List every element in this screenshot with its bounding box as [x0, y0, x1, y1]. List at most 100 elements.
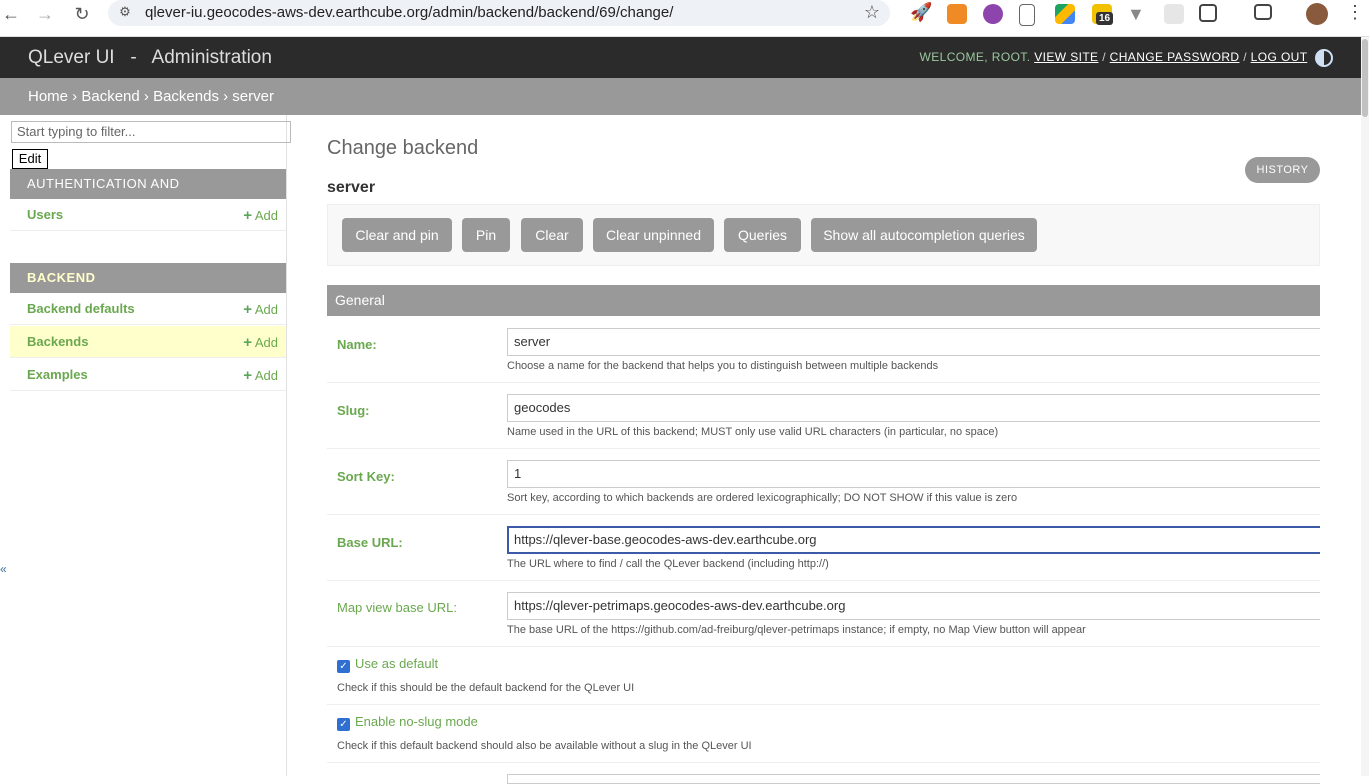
back-arrow-icon[interactable]: ←	[0, 3, 22, 25]
add-label: Add	[254, 335, 278, 350]
use-as-default-help: Check if this should be the default back…	[337, 682, 635, 694]
use-as-default-label[interactable]: Use as default	[355, 656, 438, 671]
welcome-text: WELCOME, ROOT.	[919, 50, 1031, 65]
clear-unpinned-button[interactable]: Clear unpinned	[593, 218, 714, 252]
map-view-url-label: Map view base URL:	[337, 600, 457, 615]
breadcrumb-home[interactable]: Home	[28, 88, 68, 105]
admin-header: QLever UI - Administration WELCOME, ROOT…	[0, 37, 1361, 78]
separator: /	[1098, 50, 1110, 65]
log-out-link[interactable]: LOG OUT	[1251, 50, 1308, 64]
no-slug-mode-help: Check if this default backend should als…	[337, 740, 752, 752]
sidebar-item-label[interactable]: Backend defaults	[27, 301, 135, 316]
reload-icon[interactable]: ↻	[71, 3, 93, 25]
clear-and-pin-button[interactable]: Clear and pin	[342, 218, 452, 252]
view-site-link[interactable]: VIEW SITE	[1034, 50, 1098, 64]
user-tools: WELCOME, ROOT. VIEW SITE / CHANGE PASSWO…	[919, 49, 1333, 67]
field-row-next	[327, 762, 1320, 784]
grid-extension-icon[interactable]	[1164, 4, 1184, 24]
map-view-url-help: The base URL of the https://github.com/a…	[507, 624, 1086, 636]
add-backend-defaults-link[interactable]: + Add	[243, 301, 278, 318]
page-title: Change backend	[327, 137, 479, 159]
add-label: Add	[254, 368, 278, 383]
edit-button[interactable]: Edit	[12, 149, 48, 169]
sidebar-item-label[interactable]: Backends	[27, 334, 88, 349]
slug-help: Name used in the URL of this backend; MU…	[507, 426, 999, 438]
site-info-icon[interactable]: ⚙	[116, 3, 134, 21]
address-url[interactable]: qlever-iu.geocodes-aws-dev.earthcube.org…	[145, 4, 673, 21]
extension-badge: 16	[1096, 12, 1114, 25]
queries-button[interactable]: Queries	[724, 218, 801, 252]
add-backends-link[interactable]: + Add	[243, 334, 278, 351]
rss-extension-icon[interactable]	[947, 4, 967, 24]
use-as-default-checkbox[interactable]: ✓	[337, 660, 350, 673]
sort-key-label: Sort Key:	[337, 469, 395, 484]
base-url-input[interactable]: https://qlever-base.geocodes-aws-dev.ear…	[507, 526, 1320, 554]
add-examples-link[interactable]: + Add	[243, 367, 278, 384]
add-users-link[interactable]: + Add	[243, 207, 278, 224]
breadcrumb-separator: ›	[139, 88, 154, 105]
base-url-label: Base URL:	[337, 535, 403, 550]
clear-button[interactable]: Clear	[521, 218, 583, 252]
profile-avatar[interactable]	[1306, 3, 1328, 25]
scrollbar-thumb[interactable]	[1362, 39, 1368, 117]
name-help: Choose a name for the backend that helps…	[507, 360, 939, 372]
sidebar-item-label[interactable]: Users	[27, 207, 63, 222]
sort-key-help: Sort key, according to which backends ar…	[507, 492, 1018, 504]
site-brand[interactable]: QLever UI - Administration	[28, 47, 272, 69]
document-extension-icon[interactable]	[1019, 4, 1035, 26]
sidebar-item-backends[interactable]: Backends + Add	[10, 326, 286, 358]
separator: /	[1239, 50, 1251, 65]
action-toolbar: Clear and pin Pin Clear Clear unpinned Q…	[327, 204, 1320, 266]
vue-extension-icon[interactable]: ▼	[1127, 4, 1147, 24]
plus-icon: +	[243, 334, 252, 351]
name-input[interactable]: server	[507, 328, 1320, 356]
field-row-no-slug-mode: ✓ Enable no-slug mode Check if this defa…	[327, 704, 1320, 763]
bookmark-star-icon[interactable]: ☆	[864, 2, 880, 23]
plus-icon: +	[243, 207, 252, 224]
breadcrumb-current: server	[232, 88, 274, 105]
name-label: Name:	[337, 337, 377, 352]
show-autocompletion-queries-button[interactable]: Show all autocompletion queries	[811, 218, 1037, 252]
browser-menu-icon[interactable]: ⋮	[1346, 2, 1364, 23]
no-slug-mode-label[interactable]: Enable no-slug mode	[355, 714, 478, 729]
field-row-use-as-default: ✓ Use as default Check if this should be…	[327, 646, 1320, 705]
no-slug-mode-checkbox[interactable]: ✓	[337, 718, 350, 731]
nav-sidebar: Start typing to filter... Edit AUTHENTIC…	[10, 115, 291, 776]
sidebar-item-examples[interactable]: Examples + Add	[10, 359, 286, 391]
module-header-backend[interactable]: BACKEND	[10, 263, 286, 293]
page-scrollbar[interactable]	[1361, 37, 1369, 776]
module-header-auth[interactable]: AUTHENTICATION AND AUTHORIZATION	[10, 169, 286, 221]
history-button[interactable]: HISTORY	[1245, 157, 1320, 183]
tab-search-icon[interactable]	[1254, 4, 1272, 20]
breadcrumb-separator: ›	[218, 88, 233, 105]
address-bar[interactable]: ⚙ qlever-iu.geocodes-aws-dev.earthcube.o…	[108, 0, 890, 26]
add-label: Add	[254, 208, 278, 223]
slug-input[interactable]: geocodes	[507, 394, 1320, 422]
add-label: Add	[254, 302, 278, 317]
sidebar-filter-input[interactable]: Start typing to filter...	[11, 121, 291, 143]
sidebar-item-backend-defaults[interactable]: Backend defaults + Add	[10, 293, 286, 325]
theme-toggle-icon[interactable]	[1315, 49, 1333, 67]
sidebar-item-users[interactable]: Users + Add	[10, 199, 286, 231]
fieldset-general-header: General	[327, 285, 1320, 316]
field-row-name: Name: server Choose a name for the backe…	[327, 316, 1320, 383]
sort-key-input[interactable]: 1	[507, 460, 1320, 488]
breadcrumb: Home › Backend › Backends › server	[0, 78, 1361, 115]
map-view-url-input[interactable]: https://qlever-petrimaps.geocodes-aws-de…	[507, 592, 1320, 620]
object-name: server	[327, 179, 376, 196]
puzzle-extension-icon[interactable]	[1199, 4, 1217, 22]
pin-button[interactable]: Pin	[462, 218, 510, 252]
field-row-sort-key: Sort Key: 1 Sort key, according to which…	[327, 448, 1320, 515]
change-password-link[interactable]: CHANGE PASSWORD	[1110, 50, 1240, 64]
breadcrumb-backend[interactable]: Backend	[81, 88, 139, 105]
base-url-help: The URL where to find / call the QLever …	[507, 558, 829, 570]
rocket-extension-icon[interactable]: 🚀	[910, 2, 932, 22]
plus-icon: +	[243, 301, 252, 318]
collapse-sidebar-icon[interactable]: «	[0, 562, 7, 576]
breadcrumb-backends[interactable]: Backends	[153, 88, 219, 105]
sidebar-item-label[interactable]: Examples	[27, 367, 88, 382]
drive-extension-icon[interactable]	[1055, 4, 1075, 24]
gear-extension-icon[interactable]	[983, 4, 1003, 24]
forward-arrow-icon[interactable]: →	[34, 3, 56, 25]
field-row-slug: Slug: geocodes Name used in the URL of t…	[327, 382, 1320, 449]
